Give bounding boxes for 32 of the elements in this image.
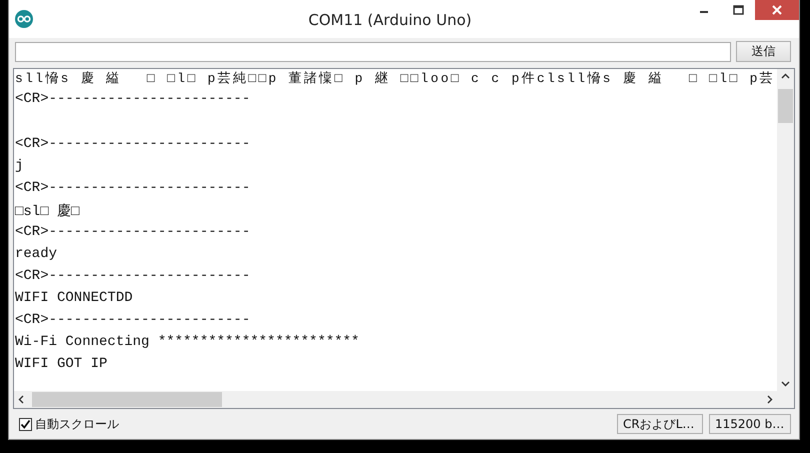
scroll-right-icon[interactable] bbox=[767, 395, 773, 404]
message-input-field[interactable] bbox=[15, 42, 731, 62]
horizontal-scrollbar[interactable] bbox=[14, 391, 777, 408]
output-line: <CR>------------------------ bbox=[15, 134, 252, 154]
scroll-down-icon[interactable] bbox=[781, 381, 790, 388]
close-icon bbox=[772, 5, 782, 15]
scroll-left-icon[interactable] bbox=[18, 395, 24, 404]
output-line: j bbox=[15, 158, 24, 176]
scrollbar-thumb[interactable] bbox=[778, 88, 793, 123]
output-line: Wi-Fi Connecting ************************ bbox=[15, 334, 360, 352]
window-title: COM11 (Arduino Uno) bbox=[307, 11, 473, 29]
scrollbar-thumb[interactable] bbox=[32, 392, 222, 408]
close-button[interactable] bbox=[755, 0, 799, 20]
app-logo-icon bbox=[15, 10, 33, 28]
output-line: ready bbox=[15, 246, 58, 264]
output-line: <CR>------------------------ bbox=[15, 268, 252, 286]
baud-rate-dropdown[interactable]: 115200 b… bbox=[709, 414, 791, 434]
send-button[interactable]: 送信 bbox=[736, 41, 791, 62]
output-line: <CR>------------------------ bbox=[15, 180, 252, 198]
output-line: <CR>------------------------ bbox=[15, 90, 252, 109]
output-line: WIFI CONNECTDD bbox=[15, 290, 134, 308]
output-line: <CR>------------------------ bbox=[15, 312, 252, 330]
vertical-scrollbar[interactable] bbox=[777, 68, 794, 392]
output-line: <CR>------------------------ bbox=[15, 224, 252, 242]
autoscroll-checkbox[interactable] bbox=[19, 418, 32, 431]
line-ending-dropdown[interactable]: CRおよびL… bbox=[617, 414, 703, 434]
output-line: □sl□ 慶□ bbox=[15, 202, 80, 222]
autoscroll-label: 自動スクロール bbox=[35, 416, 119, 433]
maximize-icon bbox=[732, 5, 744, 15]
scroll-up-icon[interactable] bbox=[781, 72, 790, 79]
output-line: WIFI GOT IP bbox=[15, 356, 108, 374]
output-line: sll愶s 慶 縊 □ □l□ p芸純□□p 董諸懍□ p 継 □□loo□ c c p件clsll愶s 慶 縊 □ □l□ p芸 bbox=[15, 70, 776, 88]
